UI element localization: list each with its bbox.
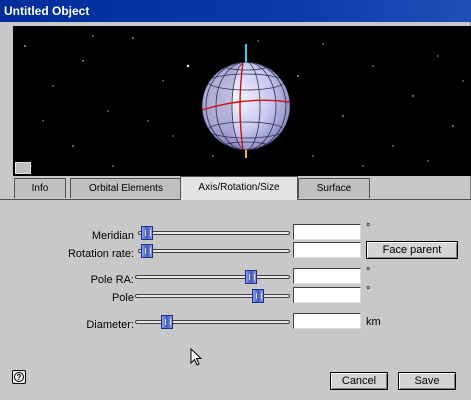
tab-bar: Info Orbital Elements Axis/Rotation/Size… — [0, 176, 471, 200]
pole-ra-field[interactable] — [293, 268, 361, 284]
meridian-slider[interactable] — [138, 226, 290, 240]
meridian-label: Meridian — [91, 230, 134, 242]
rotation-rate-slider[interactable] — [138, 244, 290, 258]
cancel-button[interactable]: Cancel — [330, 372, 388, 390]
rotation-rate-slider-thumb[interactable] — [141, 244, 153, 258]
pole-label: Pole — [111, 292, 134, 304]
pole-slider[interactable] — [135, 289, 290, 303]
meridian-unit: ° — [366, 222, 371, 234]
tab-axis-rotation-size[interactable]: Axis/Rotation/Size — [180, 176, 298, 200]
pole-ra-label: Pole RA: — [90, 274, 134, 286]
rotation-rate-slider-track — [138, 249, 290, 253]
viewport-corner-toggle[interactable] — [15, 162, 31, 174]
help-button[interactable]: ? — [12, 370, 26, 384]
tab-axis-rotation-size-label: Axis/Rotation/Size — [198, 182, 280, 193]
pole-slider-thumb[interactable] — [252, 289, 264, 303]
meridian-field[interactable] — [293, 224, 361, 240]
meridian-slider-thumb[interactable] — [141, 226, 153, 240]
tab-orbital-elements[interactable]: Orbital Elements — [70, 178, 182, 198]
pole-ra-slider-track — [135, 275, 290, 279]
pole-slider-track — [135, 294, 290, 298]
object-editor-window: Untitled Object Info Orbital Elements Ax… — [0, 0, 471, 400]
window-title: Untitled Object — [0, 0, 471, 22]
save-button[interactable]: Save — [398, 372, 456, 390]
diameter-slider-thumb[interactable] — [161, 315, 173, 329]
face-parent-button[interactable]: Face parent — [366, 241, 458, 259]
planet-viewport[interactable] — [13, 26, 471, 176]
diameter-field[interactable] — [293, 313, 361, 329]
question-icon: ? — [14, 372, 24, 382]
diameter-slider-track — [135, 320, 290, 324]
tab-info[interactable]: Info — [14, 178, 66, 198]
planet-render — [24, 35, 464, 167]
rotation-rate-label: Rotation rate: — [67, 248, 134, 260]
tab-surface[interactable]: Surface — [298, 178, 370, 198]
diameter-label: Diameter: — [86, 319, 134, 331]
pole-ra-slider[interactable] — [135, 270, 290, 284]
meridian-slider-track — [138, 231, 290, 235]
pole-unit: ° — [366, 285, 371, 297]
tab-orbital-elements-label: Orbital Elements — [89, 183, 163, 194]
diameter-unit: km — [366, 316, 381, 328]
pole-ra-unit: ° — [366, 266, 371, 278]
tab-info-label: Info — [31, 183, 49, 194]
pole-ra-slider-thumb[interactable] — [245, 270, 257, 284]
pole-field[interactable] — [293, 287, 361, 303]
arrow-cursor-icon — [190, 348, 203, 366]
rotation-rate-field[interactable] — [293, 242, 361, 258]
diameter-slider[interactable] — [135, 315, 290, 329]
tab-surface-label: Surface — [316, 183, 352, 194]
